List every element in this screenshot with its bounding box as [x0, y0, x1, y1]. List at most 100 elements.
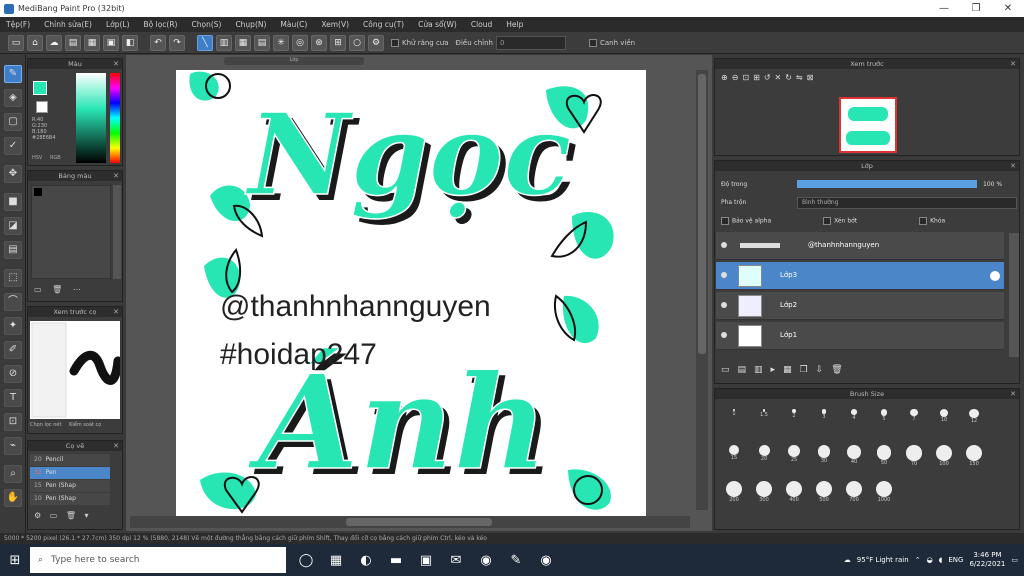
brush-size-option[interactable]: 7	[901, 407, 927, 433]
brush-list-item[interactable]: 15 Pen (Shap	[30, 480, 110, 492]
move-tool-icon[interactable]: ✥	[4, 165, 22, 183]
hsv-tab[interactable]: HSV	[32, 155, 42, 161]
rgb-tab[interactable]: RGB	[50, 155, 61, 161]
stroke-tab[interactable]: Chọn lọc nét	[30, 422, 61, 428]
close-icon[interactable]: ✕	[113, 59, 119, 69]
menu-help[interactable]: Help	[506, 20, 523, 29]
cloud-icon[interactable]: ☁	[46, 34, 62, 51]
weather-text[interactable]: 95°F Light rain	[857, 556, 909, 564]
brush-size-option[interactable]: 2	[781, 407, 807, 433]
brush-size-option[interactable]: 1	[721, 407, 747, 433]
delete-palette-icon[interactable]: 🗑	[52, 285, 62, 294]
menu-cloud[interactable]: Cloud	[471, 20, 492, 29]
brush-list-item[interactable]: 20 Pencil	[30, 454, 110, 466]
close-icon[interactable]: ✕	[113, 171, 119, 181]
chrome-secondary-icon[interactable]: ◉	[532, 546, 560, 574]
notification-icon[interactable]: ▭	[1011, 556, 1018, 564]
brush-menu-icon[interactable]: ▾	[85, 511, 89, 520]
brush-size-option[interactable]: 1.5	[751, 407, 777, 433]
menu-layer[interactable]: Lớp(L)	[106, 20, 130, 29]
close-icon[interactable]: ✕	[113, 307, 119, 317]
menu-tools[interactable]: Công cụ(T)	[363, 20, 404, 29]
actual-size-icon[interactable]: ⊞	[753, 73, 760, 82]
language-indicator[interactable]: ENG	[948, 556, 963, 564]
text-tool-icon[interactable]: T	[4, 389, 22, 407]
layer-settings-icon[interactable]	[990, 271, 1000, 281]
store-icon[interactable]: ▣	[412, 546, 440, 574]
lasso-tool-icon[interactable]: ⌒	[4, 293, 22, 311]
mail-icon[interactable]: ✉	[442, 546, 470, 574]
brush-size-option[interactable]: 70	[901, 443, 927, 469]
select-tool-icon[interactable]: ✓	[4, 137, 22, 155]
add-brush-icon[interactable]: ▭	[50, 511, 58, 520]
navigator-thumbnail[interactable]	[839, 97, 897, 153]
brush-control-tab[interactable]: Kiểm soát cọ	[69, 422, 101, 428]
minimize-button[interactable]: —	[928, 3, 960, 14]
clipping-checkbox[interactable]	[823, 217, 832, 225]
drawing-canvas[interactable]: Ngọc Ngọc Ánh Ánh @thanhnhannguyen #hoid…	[176, 70, 646, 516]
crop-icon[interactable]: ▣	[103, 34, 119, 51]
save-icon[interactable]: ▤	[65, 34, 81, 51]
snap-settings-icon[interactable]: ⚙	[368, 34, 384, 51]
snap-off-icon[interactable]: ╲	[197, 34, 213, 51]
brush-list-item-selected[interactable]: 32 Pen	[30, 467, 110, 479]
snap-curve-icon[interactable]: ⊛	[311, 34, 327, 51]
horizontal-scrollbar[interactable]	[130, 516, 690, 528]
brush-size-option[interactable]: 25	[781, 443, 807, 469]
background-color-swatch[interactable]	[36, 101, 48, 113]
merge-down-icon[interactable]: ⇩	[816, 365, 824, 375]
open-file-icon[interactable]: ⌂	[27, 34, 43, 51]
brush-size-option[interactable]: 150	[961, 443, 987, 469]
brush-list-item[interactable]: 10 Pen (Shap	[30, 493, 110, 505]
chrome-icon[interactable]: ◉	[472, 546, 500, 574]
close-icon[interactable]: ✕	[1010, 161, 1016, 171]
undo-icon[interactable]: ↶	[150, 34, 166, 51]
flip-icon[interactable]: ⇋	[796, 73, 803, 82]
color-value-field[interactable]	[76, 73, 106, 163]
brush-size-option[interactable]: 3	[811, 407, 837, 433]
volume-icon[interactable]: ◖	[939, 556, 943, 564]
snap-vanish-icon[interactable]: ▤	[254, 34, 270, 51]
file-explorer-icon[interactable]: ▬	[382, 546, 410, 574]
new-halftone-layer-icon[interactable]: ▤	[738, 365, 747, 375]
menu-edit[interactable]: Chỉnh sửa(E)	[44, 20, 92, 29]
palette-area[interactable]	[31, 185, 111, 279]
palette-swatch-black[interactable]	[34, 188, 42, 196]
zoom-in-icon[interactable]: ⊕	[721, 73, 728, 82]
new-file-icon[interactable]: ▭	[8, 34, 24, 51]
menu-window[interactable]: Cửa sổ(W)	[418, 20, 457, 29]
add-tone-icon[interactable]: ▦	[783, 365, 792, 375]
visibility-eye-icon[interactable]	[721, 332, 727, 338]
snap-ellipse-icon[interactable]: ○	[349, 34, 365, 51]
canvas-edge-checkbox[interactable]	[589, 38, 597, 47]
layer-row[interactable]: Lớp2	[716, 292, 1004, 320]
redo-icon[interactable]: ↷	[169, 34, 185, 51]
antialias-checkbox[interactable]	[391, 38, 399, 47]
visibility-eye-icon[interactable]	[721, 242, 727, 248]
new-folder-icon[interactable]: ▸	[771, 365, 776, 375]
taskbar-search-box[interactable]: ⌕ Type here to search	[30, 547, 286, 573]
brush-size-option[interactable]: 5	[871, 407, 897, 433]
operation-tool-icon[interactable]: ⊡	[4, 413, 22, 431]
eraser-tool-icon[interactable]: ◈	[4, 89, 22, 107]
brush-size-option[interactable]: 400	[781, 479, 807, 505]
magic-wand-tool-icon[interactable]: ✦	[4, 317, 22, 335]
brush-size-option[interactable]: 500	[811, 479, 837, 505]
delete-layer-icon[interactable]: 🗑	[831, 365, 842, 375]
layer-row[interactable]: Lớp1	[716, 322, 1004, 350]
brush-size-option[interactable]: 12	[961, 407, 987, 433]
snap-grid-icon[interactable]: ⊞	[330, 34, 346, 51]
menu-snap[interactable]: Chụp(N)	[235, 20, 266, 29]
snap-parallel-icon[interactable]: ▥	[216, 34, 232, 51]
brush-size-option[interactable]: 100	[931, 443, 957, 469]
layer-row[interactable]: @thanhnhannguyen	[716, 232, 1004, 260]
close-button[interactable]: ✕	[992, 3, 1024, 14]
brush-size-option[interactable]: 300	[751, 479, 777, 505]
divide-tool-icon[interactable]: ⊘	[4, 365, 22, 383]
rotate-right-icon[interactable]: ↻	[785, 73, 792, 82]
brush-size-option[interactable]: 20	[751, 443, 777, 469]
layer-scrollbar[interactable]	[1009, 233, 1019, 357]
eyedropper-tool-icon[interactable]: ⌁	[4, 437, 22, 455]
rotate-left-icon[interactable]: ↺	[764, 73, 771, 82]
vertical-scrollbar[interactable]	[696, 70, 708, 510]
